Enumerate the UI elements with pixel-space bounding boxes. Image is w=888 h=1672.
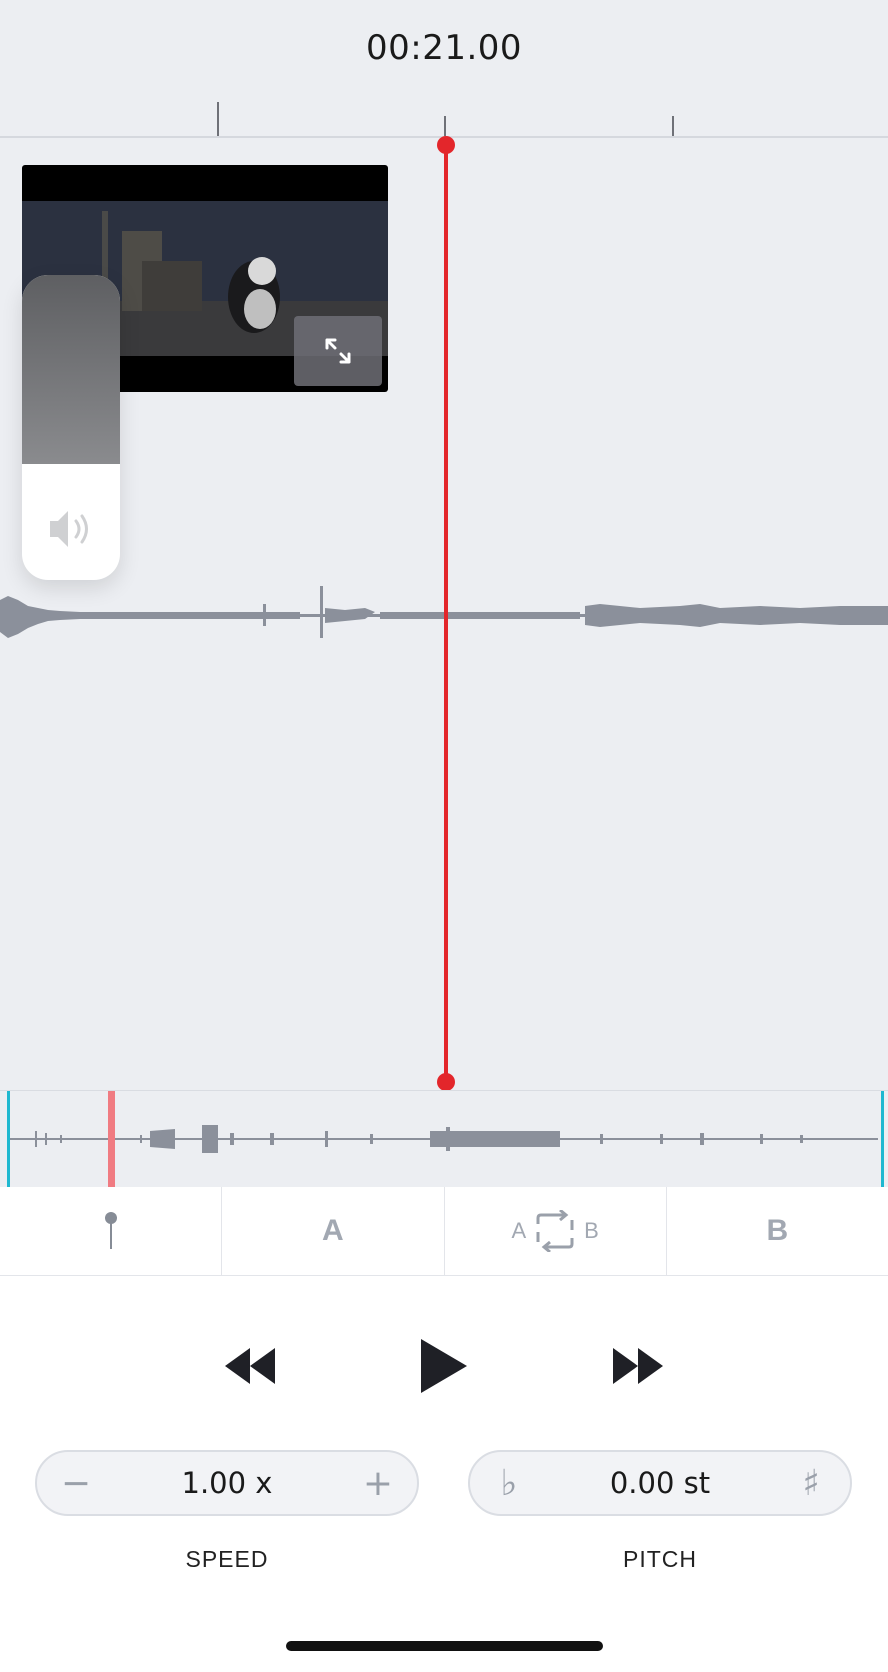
loop-start-marker[interactable] — [7, 1091, 10, 1187]
overview-waveform[interactable] — [0, 1090, 888, 1188]
fast-forward-icon — [613, 1348, 663, 1384]
speed-control: − 1.00 x + — [35, 1450, 419, 1516]
rewind-button[interactable] — [210, 1326, 290, 1406]
expand-icon — [325, 338, 351, 364]
overview-wave — [10, 1125, 878, 1153]
ruler-tick — [672, 116, 674, 136]
expand-button[interactable] — [294, 316, 382, 386]
play-button[interactable] — [404, 1326, 484, 1406]
speaker-icon — [50, 511, 88, 547]
ab-loop-button[interactable]: A B — [445, 1187, 667, 1275]
set-a-label: A — [322, 1214, 344, 1247]
rewind-icon — [225, 1348, 275, 1384]
loop-end-marker[interactable] — [881, 1091, 884, 1187]
set-b-label: B — [766, 1214, 789, 1247]
transport-controls — [0, 1326, 888, 1406]
pitch-label: PITCH — [623, 1546, 697, 1572]
speed-value: 1.00 x — [181, 1466, 273, 1500]
time-ruler[interactable]: 00:21.00 — [0, 0, 888, 138]
loop-icon — [536, 1210, 574, 1252]
pitch-value: 0.00 st — [609, 1466, 711, 1500]
ruler-tick — [444, 116, 446, 136]
speed-decrease-button[interactable]: − — [41, 1452, 111, 1514]
overview-position-indicator[interactable] — [108, 1091, 115, 1187]
pin-icon — [104, 1212, 117, 1249]
play-icon — [421, 1339, 467, 1393]
add-marker-button[interactable] — [0, 1187, 223, 1275]
current-time: 00:21.00 — [365, 28, 523, 68]
home-indicator[interactable] — [286, 1641, 603, 1651]
loop-toolbar: A A B B — [0, 1187, 888, 1276]
volume-indicator[interactable] — [22, 275, 120, 580]
pitch-sharp-button[interactable]: ♯ — [776, 1452, 846, 1514]
speed-label: SPEED — [185, 1546, 269, 1572]
ab-left-label: A — [511, 1218, 527, 1243]
playhead-bottom-handle[interactable] — [437, 1073, 455, 1091]
playhead-top-handle[interactable] — [437, 136, 455, 154]
pitch-flat-button[interactable]: ♭ — [474, 1452, 544, 1514]
playhead[interactable] — [444, 144, 448, 1084]
fast-forward-button[interactable] — [598, 1326, 678, 1406]
pitch-control: ♭ 0.00 st ♯ — [468, 1450, 852, 1516]
ruler-tick — [217, 102, 219, 136]
set-a-button[interactable]: A — [222, 1187, 445, 1275]
volume-level-fill — [22, 275, 120, 464]
speed-increase-button[interactable]: + — [343, 1452, 413, 1514]
set-b-button[interactable]: B — [667, 1187, 888, 1275]
ab-right-label: B — [584, 1218, 599, 1243]
